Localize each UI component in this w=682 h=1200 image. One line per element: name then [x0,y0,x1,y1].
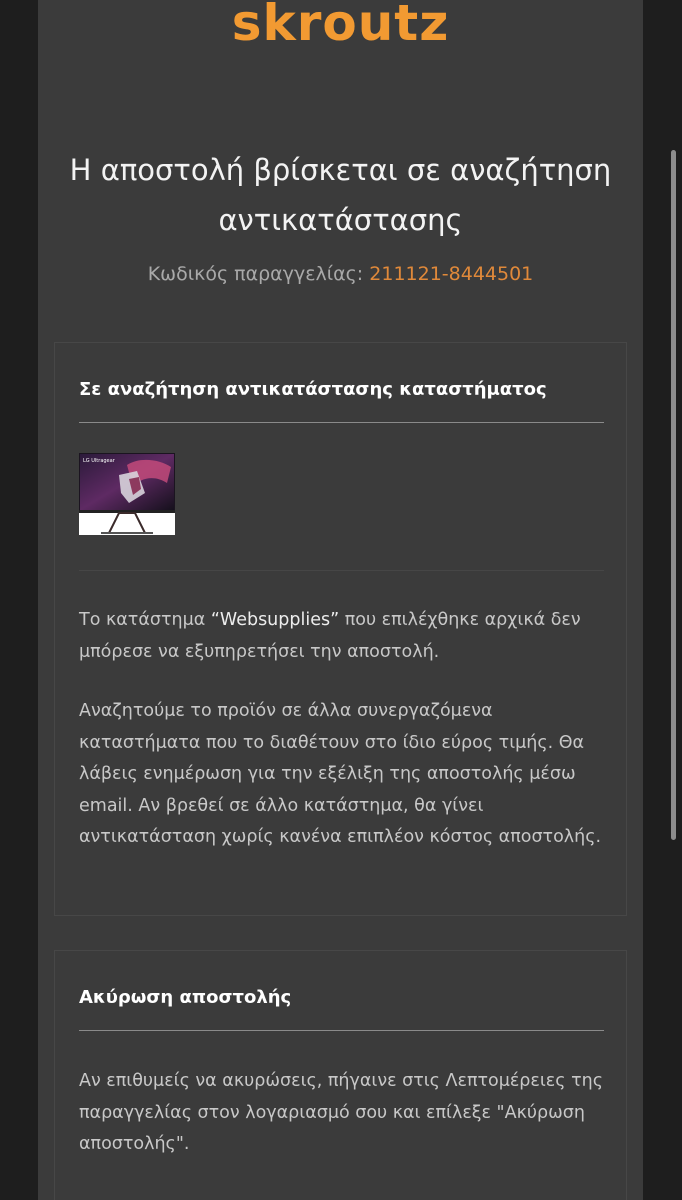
page-title-line-2: αντικατάστασης [218,203,463,237]
store-failure-text: Το κατάστημα “Websupplies” που επιλέχθηκ… [79,605,609,668]
app-viewport: skroutz Η αποστολή βρίσκεται σε αναζήτησ… [0,0,682,1200]
skroutz-logo[interactable]: skroutz [38,0,643,70]
logo-text: skroutz [231,0,450,52]
replacement-search-card: Σε αναζήτηση αντικατάστασης καταστήματος [54,342,627,916]
order-code-label: Κωδικός παραγγελίας: [147,263,364,285]
store-name: “Websupplies” [210,610,340,630]
image-divider [79,570,604,571]
email-body: skroutz Η αποστολή βρίσκεται σε αναζήτησ… [38,0,643,1200]
store-failure-pre: Το κατάστημα [79,610,211,630]
cancel-instructions-text: Αν επιθυμείς να ακυρώσεις, πήγαινε στις … [79,1071,603,1154]
cancel-title-divider [79,1030,604,1031]
page-title: Η αποστολή βρίσκεται σε αναζήτηση αντικα… [58,145,623,245]
product-image-label: LG Ultragear [83,458,116,464]
order-code[interactable]: 211121-8444501 [369,263,533,285]
order-code-line: Κωδικός παραγγελίας: 211121-8444501 [38,263,643,285]
title-divider [79,422,604,423]
vertical-scrollbar[interactable] [671,150,676,840]
monitor-product-image[interactable]: LG Ultragear [79,453,175,535]
monitor-icon: LG Ultragear [79,453,175,535]
cancel-shipment-title: Ακύρωση αποστολής [79,987,292,1008]
cancel-shipment-card: Ακύρωση αποστολής Αν επιθυμείς να ακυρώσ… [54,950,627,1200]
replacement-search-title: Σε αναζήτηση αντικατάστασης καταστήματος [79,379,547,400]
replacement-info-text: Αναζητούμε το προϊόν σε άλλα συνεργαζόμε… [79,701,602,847]
page-title-line-1: Η αποστολή βρίσκεται σε αναζήτηση [69,153,612,187]
